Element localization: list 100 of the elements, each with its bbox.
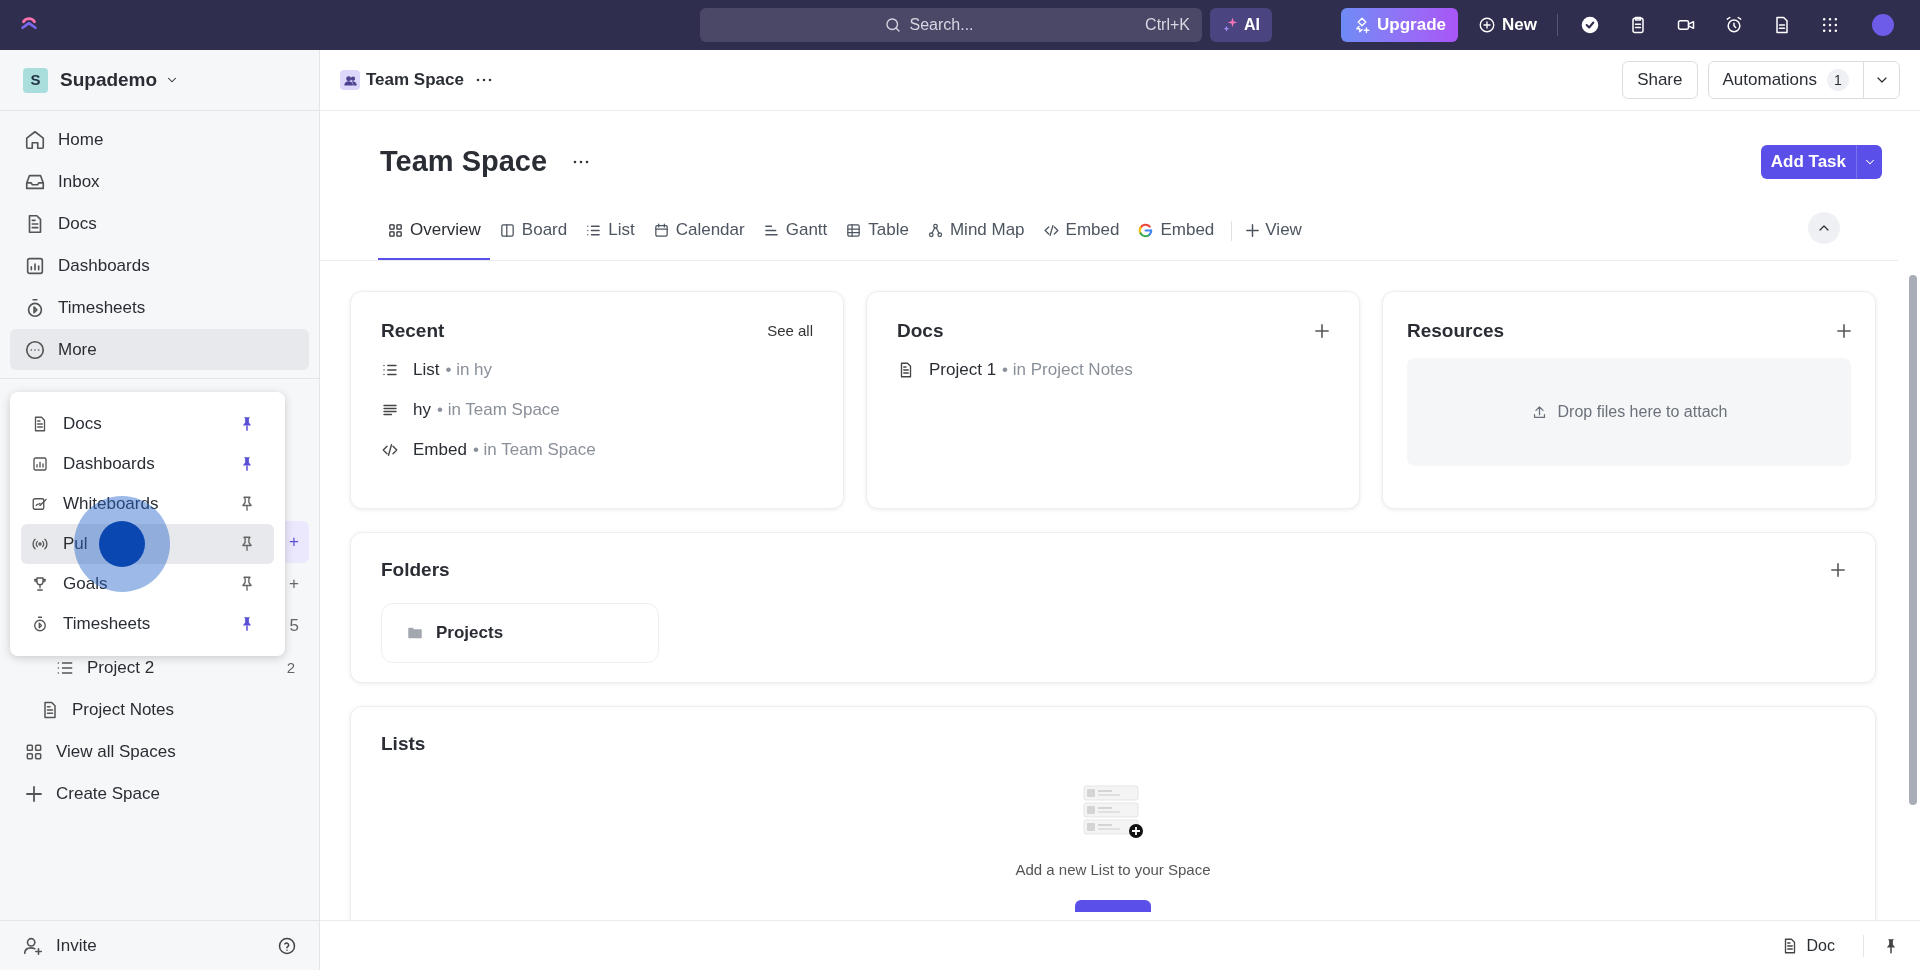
see-all-link[interactable]: See all [767,319,813,343]
plus-icon[interactable] [1837,324,1851,338]
view-tab[interactable]: List [576,202,644,260]
nav-item[interactable]: More [10,329,309,370]
code-icon [381,441,399,459]
table-icon [845,221,863,239]
folder-tile[interactable]: Projects [381,603,659,663]
search-placeholder: Search... [909,15,974,35]
menu-item[interactable]: Docs [21,404,274,444]
drop-zone[interactable]: Drop files here to attach [1407,358,1851,466]
google-icon [1137,221,1155,239]
nav-item[interactable]: Dashboards [10,245,309,286]
mind-map-icon [926,221,944,239]
menu-item[interactable]: Dashboards [21,444,274,484]
share-button[interactable]: Share [1622,61,1698,99]
view-tab[interactable]: Overview [378,202,490,260]
item-name: Embed [413,439,467,462]
ai-button[interactable]: AI [1210,8,1272,42]
add-list-button[interactable] [1075,899,1151,912]
recent-item[interactable]: Embed • in Team Space [381,430,813,470]
new-button[interactable]: New [1474,8,1541,42]
menu-item[interactable]: Goals [21,564,274,604]
upgrade-button[interactable]: Upgrade [1341,8,1459,42]
drop-text: Drop files here to attach [1557,402,1728,422]
add-view-button[interactable]: View [1240,202,1308,260]
apps-grid-icon [1820,15,1840,35]
menu-label: Docs [63,413,102,436]
view-tab[interactable]: Board [489,202,577,260]
empty-text: Add a new List to your Space [1015,860,1211,880]
grid-icon [24,742,44,762]
trophy-icon [31,575,49,593]
item-location: • in Team Space [472,439,596,462]
plus-icon[interactable] [1315,324,1329,338]
sidebar-action[interactable]: Create Space [10,773,309,815]
item-location: • in Team Space [436,399,560,422]
view-tab[interactable]: Embed [1033,202,1129,260]
plus-circle-icon [1478,16,1497,34]
workspace-switcher[interactable]: Supademo [60,65,180,95]
list-illustration [1082,785,1144,841]
menu-label: Dashboards [63,453,155,476]
nav-item[interactable]: Inbox [10,161,309,202]
shortcut-hint: Ctrl+K [1145,15,1190,35]
recent-item[interactable]: Project 1 • in Project Notes [897,350,1329,390]
user-avatar[interactable] [1872,14,1894,36]
view-tab[interactable]: Table [836,202,918,260]
stopwatch-icon [31,615,49,633]
item-name: Project 1 [929,359,997,382]
calendar-icon [652,221,670,239]
sidebar-action[interactable]: View all Spaces [10,731,309,773]
check-circle-icon[interactable] [1580,15,1600,35]
workspace-avatar: S [23,67,48,93]
search-field[interactable]: Search... Ctrl+K [700,8,1202,42]
nav-item[interactable]: Home [10,119,309,160]
plus-icon [1246,223,1260,237]
search-icon [883,16,902,34]
doc-button[interactable]: Doc [1780,933,1835,958]
home-icon [24,128,46,151]
overview-icon [387,221,404,239]
item-location: • in Project Notes [1002,359,1133,382]
menu-label: Timesheets [63,613,151,636]
tree-item[interactable]: Project 2 2 [10,647,309,689]
nav-item[interactable]: Timesheets [10,287,309,328]
sparkle-icon [1222,16,1240,34]
item-name: List [413,359,440,382]
view-tab[interactable]: Embed [1128,202,1224,260]
view-tab[interactable]: Gantt [753,202,837,260]
card-title: Folders [381,557,450,582]
card-title: Recent [381,318,445,343]
item-name: hy [413,399,431,422]
recent-item[interactable]: List • in hy [381,350,813,390]
card-title: Docs [897,318,944,343]
menu-item[interactable]: Timesheets [21,604,274,644]
card-title: Lists [381,731,426,756]
card-title: Resources [1407,318,1505,343]
scrollbar[interactable] [1909,275,1917,805]
view-tab[interactable]: Calendar [643,202,754,260]
alarm-clock-icon [1724,15,1744,35]
breadcrumb[interactable]: Team Space [340,67,464,93]
tree-label: Project 2 [87,657,155,680]
view-tab[interactable]: Mind Map [917,202,1034,260]
tree-item[interactable]: Project Notes [10,689,309,731]
item-count: 2 [286,657,295,678]
invite-button[interactable]: Invite [22,932,97,959]
bar-chart-icon [31,455,49,473]
more-icon [24,338,46,361]
row-trailing: + [289,531,299,554]
more-icon[interactable] [573,160,590,164]
plus-icon [26,786,42,802]
more-icon[interactable] [475,78,492,82]
whiteboard-icon [31,495,49,513]
collapse-button[interactable] [1808,211,1840,244]
page-title: Team Space [380,144,548,180]
rocket-icon [1353,16,1372,34]
recent-item[interactable]: hy • in Team Space [381,390,813,430]
plus-icon[interactable] [1831,563,1845,577]
menu-label: Goals [63,573,108,596]
nav-item[interactable]: Docs [10,203,309,244]
tree-label: Project Notes [72,699,175,722]
board-icon [498,221,516,239]
count-badge: 1 [1827,69,1849,91]
